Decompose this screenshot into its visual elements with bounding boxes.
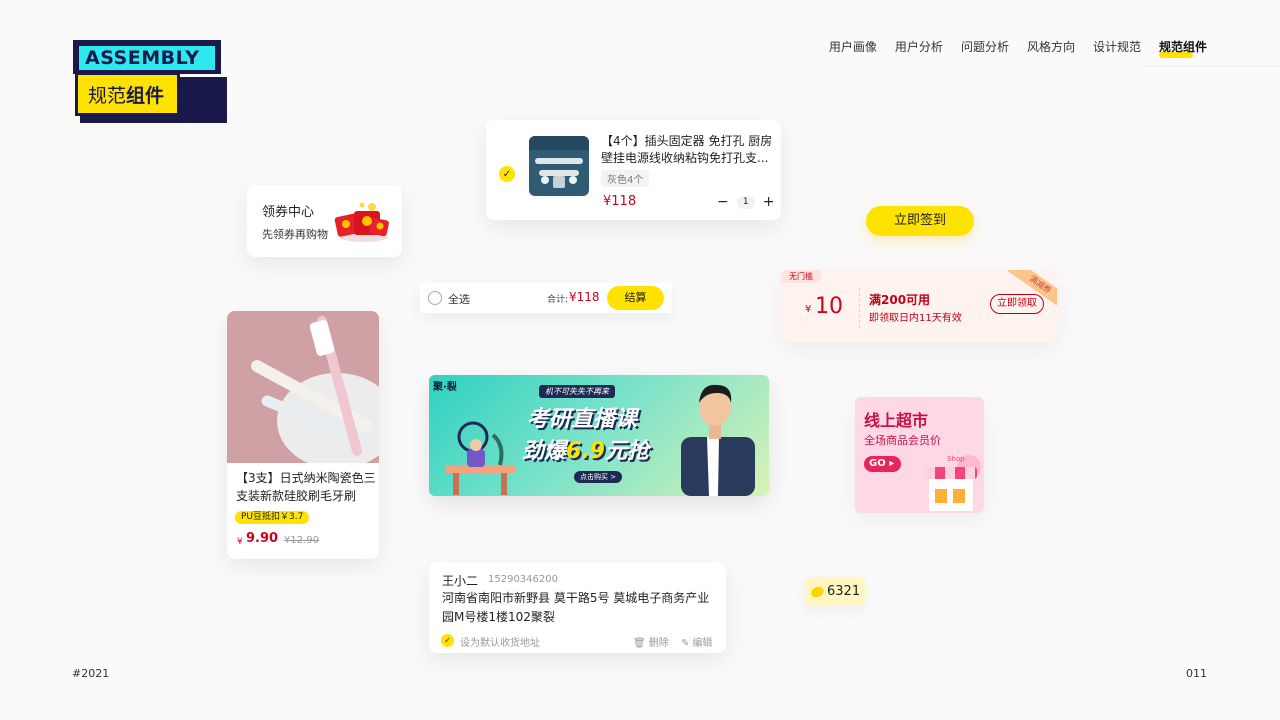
checkout-button[interactable]: 结算 xyxy=(607,286,664,310)
nav-item-user-portrait[interactable]: 用户画像 xyxy=(829,38,877,55)
cart-item-spec[interactable]: 灰色4个 xyxy=(601,170,650,187)
quantity-stepper: − 1 + xyxy=(717,194,774,210)
presenter-illustration xyxy=(681,384,755,496)
red-envelope-icon xyxy=(334,202,389,242)
coupon-amount: 10 xyxy=(815,294,843,319)
total-amount: ¥118 xyxy=(569,290,600,304)
item-check-icon[interactable]: ✓ xyxy=(499,166,515,182)
promo-banner[interactable]: 聚·裂 机不可失失不再来 考研直播课 劲爆6.9元抢 点击购买 > xyxy=(429,375,769,496)
address-card[interactable]: 王小二 15290346200 河南省南阳市新野县 莫干路5号 莫城电子商务产业… xyxy=(429,562,726,653)
shop-sign-text: Shop xyxy=(947,455,965,463)
checkout-bar: 全选 合计: ¥118 结算 xyxy=(420,283,672,313)
logo-bottom-block: 规范 组件 xyxy=(75,72,180,116)
recipient-address: 河南省南阳市新野县 莫干路5号 莫城电子商务产业园M号楼1楼102聚裂 xyxy=(442,591,710,624)
edit-address-button[interactable]: ✎ 编辑 xyxy=(681,634,712,649)
points-value: 6321 xyxy=(827,584,861,599)
delete-label: 删除 xyxy=(648,638,669,649)
coupon-tag: 无门槛 xyxy=(781,270,821,283)
banner-headline-2a: 劲爆 xyxy=(522,439,567,464)
market-subtitle: 全场商品会员价 xyxy=(864,434,941,447)
supermarket-card[interactable]: 线上超市 全场商品会员价 GO ▸ Shop xyxy=(855,397,984,513)
banner-slogan: 机不可失失不再来 xyxy=(539,385,615,398)
market-title: 线上超市 xyxy=(864,411,929,430)
select-all-label[interactable]: 全选 xyxy=(448,291,470,307)
logo-top-block: ASSEMBLY xyxy=(76,43,218,73)
go-label: GO xyxy=(869,458,886,469)
cart-item-card: ✓ 【4个】插头固定器 免打孔 厨房壁挂电源线收纳粘钩免打孔支... 灰色4个 … xyxy=(486,120,781,220)
select-all-radio[interactable] xyxy=(428,291,442,305)
top-nav: 用户画像 用户分析 问题分析 风格方向 设计规范 规范组件 xyxy=(829,38,1207,58)
recipient-phone: 15290346200 xyxy=(488,574,558,585)
banner-headline-2: 劲爆6.9元抢 xyxy=(522,433,649,465)
nav-item-design-spec[interactable]: 设计规范 xyxy=(1093,38,1141,55)
cart-item-price: ¥118 xyxy=(603,194,637,209)
go-button[interactable]: GO ▸ xyxy=(864,456,901,472)
nav-item-problem-analysis[interactable]: 问题分析 xyxy=(961,38,1009,55)
coupon-card: 无门槛 满减券 ¥ 10 满200可用 即领取日内11天有效 立即领取 xyxy=(781,270,1057,342)
cart-item-title[interactable]: 【4个】插头固定器 免打孔 厨房壁挂电源线收纳粘钩免打孔支... xyxy=(601,133,773,167)
coupon-condition: 满200可用 xyxy=(869,293,931,307)
logo-bottom-light: 规范 xyxy=(88,84,127,107)
toothbrush-image xyxy=(227,311,379,463)
footer-page-number: 011 xyxy=(1186,667,1207,680)
nav-item-user-analysis[interactable]: 用户分析 xyxy=(895,38,943,55)
study-illustration xyxy=(445,421,515,495)
edit-icon: ✎ xyxy=(681,638,690,649)
coin-icon xyxy=(809,584,826,599)
banner-price: 6.9 xyxy=(566,439,605,464)
product-thumbnail[interactable] xyxy=(529,136,589,196)
sign-in-button[interactable]: 立即签到 xyxy=(866,206,974,236)
banner-brand: 聚·裂 xyxy=(433,382,457,393)
product-name: 【3支】日式纳米陶瓷色三支装新款硅胶刷毛牙刷 xyxy=(236,471,376,503)
points-badge: 6321 xyxy=(805,577,865,606)
product-card[interactable]: 【3支】日式纳米陶瓷色三支装新款硅胶刷毛牙刷 PU豆抵扣￥3.7 ¥ 9.90 … xyxy=(227,311,379,559)
coupon-validity: 即领取日内11天有效 xyxy=(869,313,962,324)
total-label: 合计: xyxy=(547,295,569,305)
edit-label: 编辑 xyxy=(692,638,713,649)
product-price: 9.90 xyxy=(246,531,279,546)
trash-icon: 🗑 xyxy=(633,638,646,649)
nav-item-components[interactable]: 规范组件 xyxy=(1158,38,1207,58)
delete-address-button[interactable]: 🗑 删除 xyxy=(633,634,669,649)
logo-bottom-bold: 组件 xyxy=(126,84,165,107)
claim-coupon-button[interactable]: 立即领取 xyxy=(990,294,1044,314)
nav-item-style-direction[interactable]: 风格方向 xyxy=(1027,38,1075,55)
logo-top-text: ASSEMBLY xyxy=(85,47,200,69)
recipient-name: 王小二 xyxy=(442,574,479,588)
minus-button[interactable]: − xyxy=(717,194,729,210)
product-old-price: ¥12.90 xyxy=(284,535,319,546)
footer-year: #2021 xyxy=(72,667,110,680)
banner-headline-1: 考研直播课 xyxy=(527,407,638,432)
nav-divider xyxy=(1140,66,1280,67)
banner-headline-2c: 元抢 xyxy=(605,439,650,464)
quantity-value[interactable]: 1 xyxy=(736,195,755,209)
product-currency: ¥ xyxy=(237,537,243,547)
coupon-currency: ¥ xyxy=(805,304,812,315)
plus-button[interactable]: + xyxy=(763,194,775,210)
shop-icon: Shop xyxy=(925,455,981,511)
points-deduct-badge: PU豆抵扣￥3.7 xyxy=(235,511,310,524)
coupon-center-card[interactable]: 领券中心 先领券再购物 xyxy=(247,185,402,257)
banner-buy-button[interactable]: 点击购买 > xyxy=(574,471,623,483)
default-address-label[interactable]: 设为默认收货地址 xyxy=(460,634,540,649)
coupon-divider xyxy=(859,288,860,328)
default-address-check-icon[interactable]: ✓ xyxy=(441,634,454,647)
